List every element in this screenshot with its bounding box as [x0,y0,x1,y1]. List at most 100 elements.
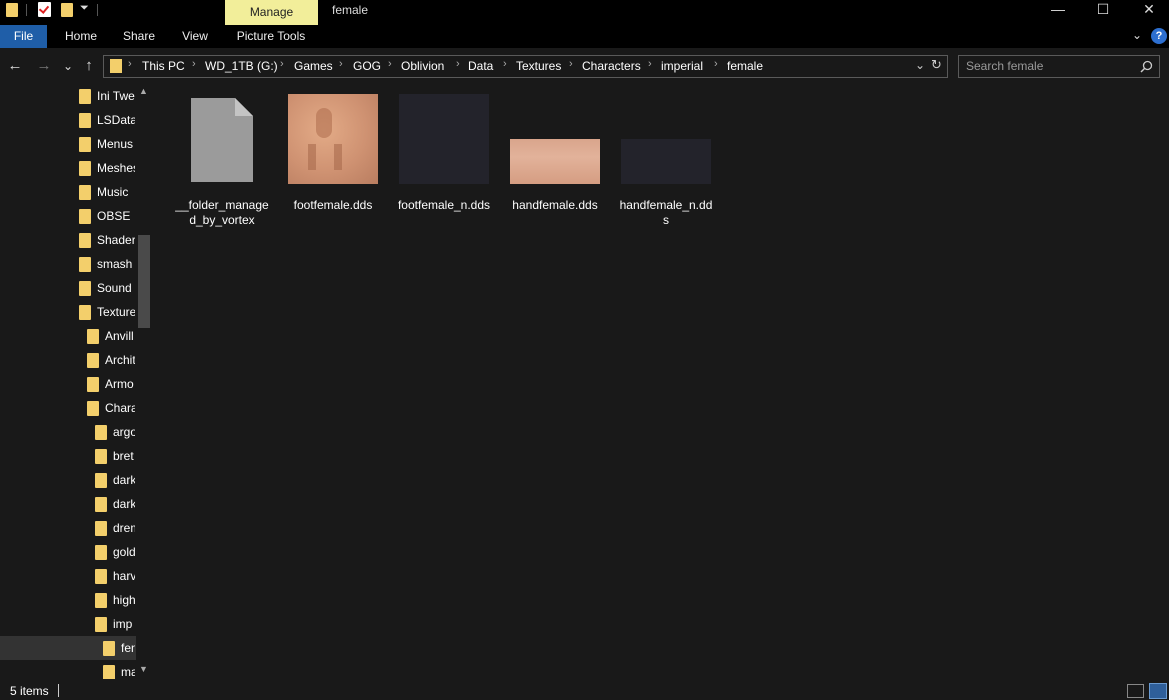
tree-item[interactable]: Music [0,180,135,204]
breadcrumb-drive[interactable]: WD_1TB (G:) [205,59,278,73]
tree-item[interactable]: gold [0,540,135,564]
tab-manage[interactable]: Manage [225,0,318,25]
scroll-down-icon[interactable]: ▼ [139,664,148,674]
expand-ribbon-icon[interactable]: ⌄ [1132,28,1142,42]
tab-picture-tools[interactable]: Picture Tools [229,25,313,48]
tab-file[interactable]: File [0,25,47,48]
tree-item[interactable]: bret [0,444,135,468]
file-item[interactable]: handfemale.dds [507,94,603,224]
navigation-pane: Ini Twe LSData Menus Meshes Music OBSE Shader s… [0,84,152,679]
folder-icon [79,161,91,176]
search-input[interactable] [966,59,1136,73]
tree-item[interactable]: dark [0,492,135,516]
nav-scrollbar-thumb[interactable] [138,235,150,328]
tree-item[interactable]: OBSE [0,204,135,228]
tree-item[interactable]: Sound [0,276,135,300]
forward-button[interactable]: → [34,57,54,75]
close-button[interactable]: ✕ [1126,0,1169,20]
tree-item-label: Archit [105,353,135,367]
up-button[interactable]: ↑ [79,57,99,75]
tree-item[interactable]: Texture [0,300,135,324]
breadcrumb-separator: › [128,58,132,70]
folder-icon [110,59,122,73]
tree-item-label: Texture [97,305,135,319]
tree-item-label: Armo [105,377,134,391]
generic-file-icon [191,98,253,185]
help-icon[interactable]: ? [1151,28,1167,44]
breadcrumb-gog[interactable]: GOG [353,59,381,73]
file-item[interactable]: footfemale.dds [285,94,381,224]
back-button[interactable]: ← [5,57,25,75]
tree-item[interactable]: harv [0,564,135,588]
breadcrumb-separator: › [503,58,507,70]
tree-item[interactable]: Chara [0,396,135,420]
breadcrumb-female[interactable]: female [727,59,763,73]
tab-view[interactable]: View [173,25,217,48]
tree-item[interactable]: Archit [0,348,135,372]
folder-icon [95,473,107,488]
customize-toolbar-icon[interactable]: ⏷ [80,2,89,15]
breadcrumb-characters[interactable]: Characters [582,59,641,73]
title-bar: ⏷ [0,0,1169,25]
address-dropdown-icon[interactable]: ⌄ [915,58,925,72]
breadcrumb-this-pc[interactable]: This PC [142,59,185,73]
breadcrumb-oblivion[interactable]: Oblivion [401,59,444,73]
maximize-button[interactable]: ☐ [1080,0,1126,20]
folder-icon [79,233,91,248]
breadcrumb-separator: › [569,58,573,70]
tree-item[interactable]: fen [0,636,152,660]
tree-item[interactable]: ma [0,660,135,679]
search-box[interactable] [958,55,1160,78]
nav-scrollbar[interactable]: ▲ ▼ [136,84,152,679]
search-icon[interactable] [1140,60,1153,73]
breadcrumb-separator: › [388,58,392,70]
tree-item[interactable]: smash [0,252,135,276]
folder-icon [95,617,107,632]
details-view-icon[interactable] [1127,684,1144,698]
breadcrumb-games[interactable]: Games [294,59,333,73]
file-item[interactable]: __folder_managed_by_vortex [174,94,270,227]
tree-item-label: Menus [97,137,134,151]
folder-icon [79,305,91,320]
folder-icon [79,89,91,104]
breadcrumb-imperial[interactable]: imperial [661,59,703,73]
tree-item[interactable]: dark [0,468,135,492]
tree-item[interactable]: high [0,588,135,612]
separator [26,4,27,16]
tree-item[interactable]: LSData [0,108,135,132]
folder-icon [79,185,91,200]
breadcrumb-separator: › [192,58,196,70]
recent-locations-button[interactable]: ⌄ [58,57,78,75]
tab-home[interactable]: Home [58,25,104,48]
tree-item[interactable]: Shaders [0,228,135,252]
tree-item[interactable]: Menus [0,132,135,156]
tree-item[interactable]: imp [0,612,135,636]
tree-item[interactable]: Armo [0,372,135,396]
tree-item[interactable]: Anvill [0,324,135,348]
breadcrumb-separator: › [648,58,652,70]
file-name: footfemale.dds [293,198,373,212]
tree-item[interactable]: argo [0,420,135,444]
minimize-button[interactable]: — [1035,0,1081,20]
folder-icon [87,401,99,416]
status-bar [0,679,1169,700]
tab-share[interactable]: Share [116,25,162,48]
properties-icon[interactable] [38,2,51,17]
breadcrumb-data[interactable]: Data [468,59,493,73]
file-item[interactable]: footfemale_n.dds [396,94,492,224]
breadcrumb-textures[interactable]: Textures [516,59,561,73]
folder-icon [79,281,91,296]
tree-item[interactable]: drem [0,516,135,540]
tree-item[interactable]: Meshes [0,156,135,180]
file-item[interactable]: handfemale_n.dds [618,94,714,227]
separator [58,684,59,697]
tree-item[interactable]: Ini Twe [0,84,135,108]
scroll-up-icon[interactable]: ▲ [139,86,148,96]
large-icons-view-icon[interactable] [1149,683,1167,699]
tree-item-label: smash [97,257,133,271]
address-bar[interactable]: › This PC › WD_1TB (G:) › Games › GOG › … [103,55,948,78]
thumbnail-image [399,94,489,184]
refresh-icon[interactable]: ↻ [931,57,942,73]
folder-icon [103,641,115,656]
new-folder-icon[interactable] [61,3,73,17]
